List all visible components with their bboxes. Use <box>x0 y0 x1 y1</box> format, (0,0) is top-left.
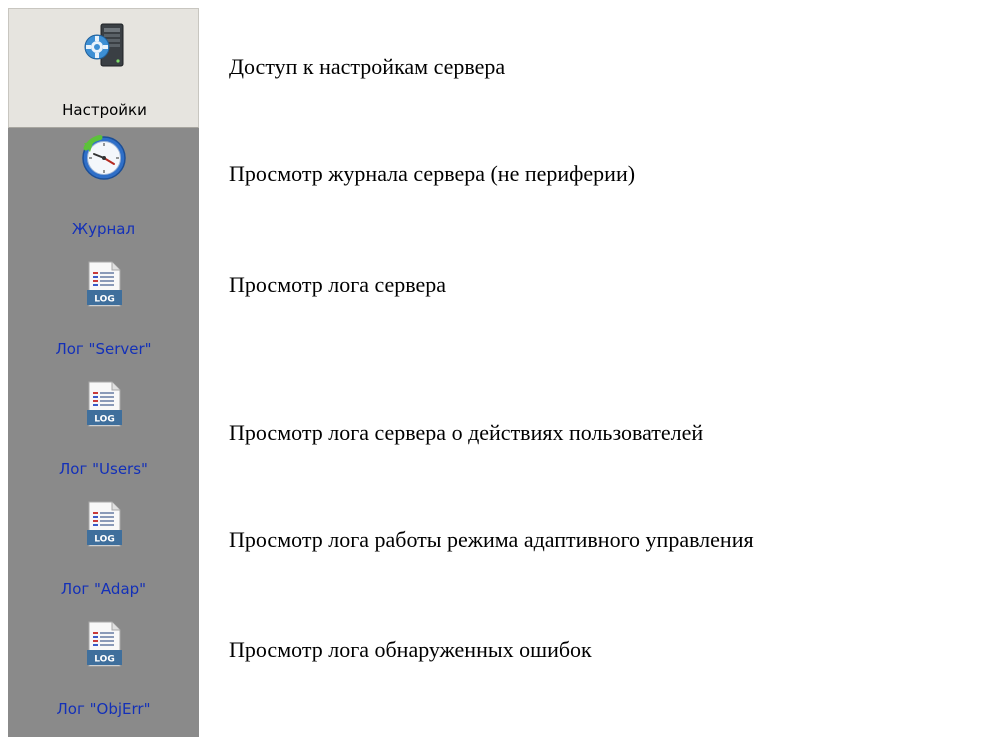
sidebar-item-log-users[interactable]: LOG Лог "Users" <box>8 368 199 488</box>
description-log-adap: Просмотр лога работы режима адаптивного … <box>229 527 754 552</box>
sidebar-item-log-adap[interactable]: LOG Лог "Adap" <box>8 488 199 608</box>
description-journal: Просмотр журнала сервера (не периферии) <box>229 161 636 186</box>
sidebar-item-label: Лог "Server" <box>55 340 152 358</box>
log-icon-text: LOG <box>94 655 114 665</box>
sidebar: Настройки Журнал LOG Лог "Server" LOG Ло… <box>8 8 199 737</box>
log-file-icon: LOG <box>87 261 122 307</box>
sidebar-item-journal[interactable]: Журнал <box>8 128 199 248</box>
sidebar-item-label: Настройки <box>62 101 147 119</box>
sidebar-item-label: Лог "Adap" <box>60 580 147 598</box>
description-log-objerr: Просмотр лога обнаруженных ошибок <box>229 637 592 662</box>
sidebar-item-log-server[interactable]: LOG Лог "Server" <box>8 248 199 368</box>
description-log-server: Просмотр лога сервера <box>229 272 447 297</box>
log-icon-text: LOG <box>94 535 114 545</box>
server-settings-icon <box>84 23 124 67</box>
sidebar-item-label: Лог "Users" <box>59 460 148 478</box>
log-icon-text: LOG <box>94 415 114 425</box>
sidebar-item-label: Журнал <box>71 220 136 238</box>
clock-icon <box>82 135 126 180</box>
sidebar-item-settings[interactable]: Настройки <box>8 8 199 128</box>
log-file-icon: LOG <box>87 621 122 667</box>
sidebar-item-label: Лог "ObjErr" <box>56 700 151 718</box>
description-settings: Доступ к настройкам сервера <box>229 54 506 79</box>
log-file-icon: LOG <box>87 381 122 427</box>
log-icon-text: LOG <box>94 295 114 305</box>
log-file-icon: LOG <box>87 501 122 547</box>
sidebar-item-log-objerr[interactable]: LOG Лог "ObjErr" <box>8 608 199 728</box>
description-log-users: Просмотр лога сервера о действиях пользо… <box>229 420 704 445</box>
